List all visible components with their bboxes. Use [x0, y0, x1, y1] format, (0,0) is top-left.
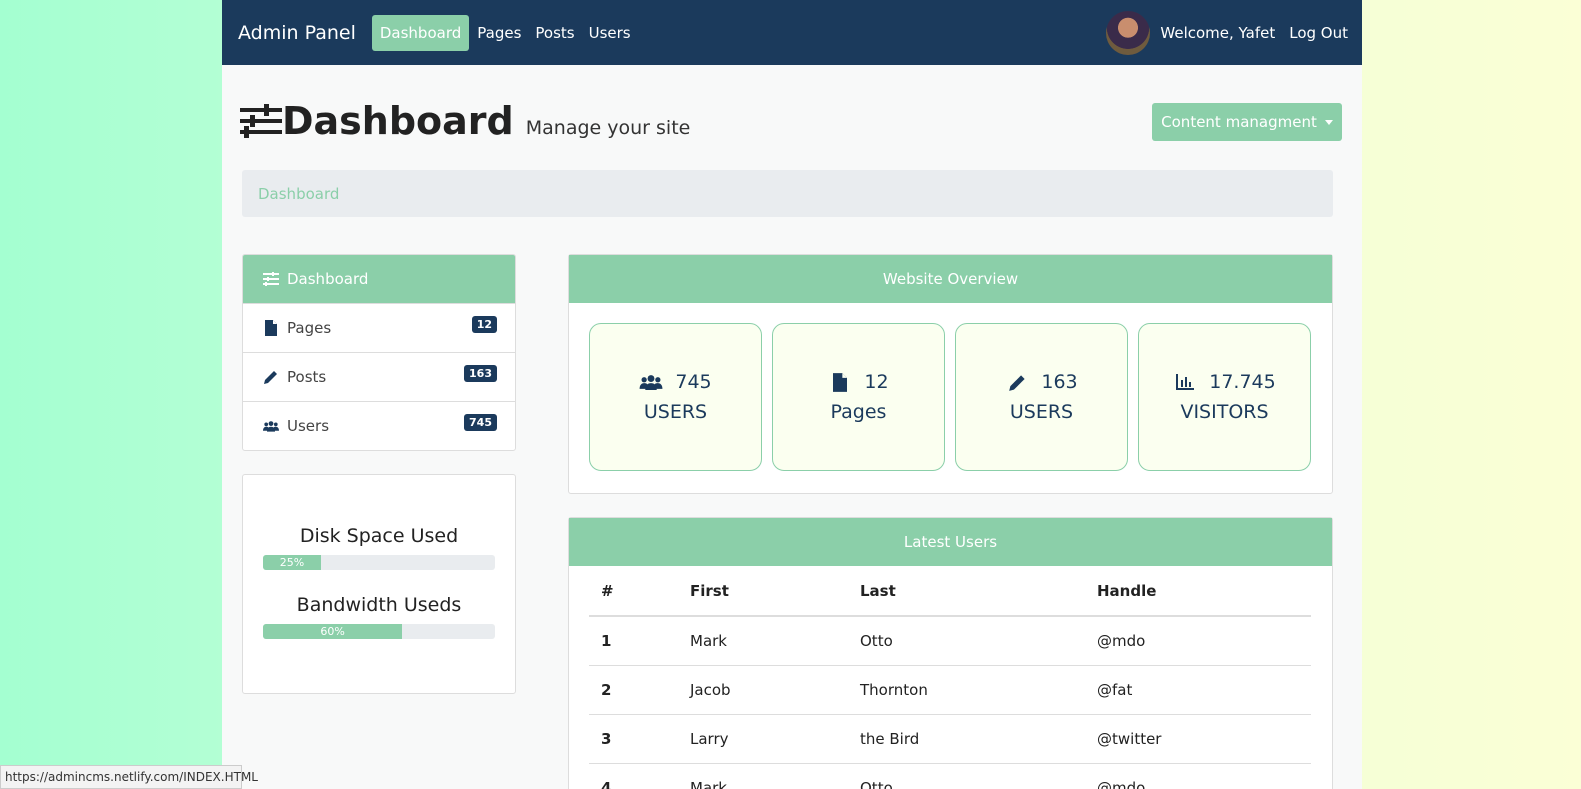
latest-users-title: Latest Users [569, 518, 1332, 566]
website-overview-panel: Website Overview 745 USERS 12 Pages 163 … [568, 254, 1333, 494]
cell-id: 4 [589, 763, 678, 789]
avatar [1106, 10, 1151, 55]
count-badge: 12 [471, 316, 497, 333]
overview-box-users: 745 USERS [589, 323, 762, 471]
nav-right: Welcome, Yafet Log Out [1106, 0, 1348, 65]
cell-handle: @mdo [1085, 763, 1311, 789]
sidebar-item-label: Dashboard [287, 270, 369, 288]
disk-space-progress: 25% [263, 555, 495, 570]
overview-label: VISITORS [1180, 401, 1269, 423]
cell-handle: @mdo [1085, 615, 1311, 666]
latest-users-table: # First Last Handle 1 Mark Otto @mdo 2 J… [589, 566, 1311, 789]
sidebar-item-pages[interactable]: Pages 12 [243, 303, 515, 352]
overview-value: 17.745 [1209, 371, 1276, 393]
page-title: Dashboard [282, 99, 514, 143]
overview-value: 12 [864, 371, 889, 393]
bandwidth-title: Bandwidth Useds [296, 594, 462, 616]
welcome-text[interactable]: Welcome, Yafet [1160, 24, 1275, 42]
latest-users-panel: Latest Users # First Last Handle 1 Mark … [568, 517, 1333, 789]
breadcrumb: Dashboard [242, 170, 1333, 217]
count-badge: 745 [464, 414, 497, 431]
table-row: 1 Mark Otto @mdo [589, 615, 1311, 666]
status-url: https://admincms.netlify.com/INDEX.HTML [0, 765, 258, 789]
cell-id: 2 [589, 665, 678, 715]
column-header: First [678, 566, 848, 617]
cell-last: Otto [848, 763, 1085, 789]
nav-links: Dashboard Pages Posts Users [371, 14, 639, 51]
website-overview-title: Website Overview [569, 255, 1332, 303]
file-icon [828, 372, 852, 392]
cell-id: 1 [589, 615, 678, 666]
nav-link-dashboard[interactable]: Dashboard [371, 14, 470, 51]
column-header: # [589, 566, 678, 617]
logout-link[interactable]: Log Out [1289, 24, 1348, 42]
users-icon [263, 418, 279, 434]
breadcrumb-item[interactable]: Dashboard [258, 185, 339, 203]
overview-box-visitors: 17.745 VISITORS [1138, 323, 1311, 471]
sliders-icon [240, 104, 282, 138]
overview-label: USERS [643, 401, 708, 423]
table-header-row: # First Last Handle [589, 566, 1311, 617]
column-header: Handle [1085, 566, 1311, 617]
bandwidth-progress-fill: 60% [263, 624, 403, 639]
cell-last: Thornton [848, 665, 1085, 715]
nav-link-posts[interactable]: Posts [529, 16, 580, 50]
header: Dashboard Manage your site Content manag… [222, 65, 1362, 170]
sidebar-item-dashboard[interactable]: Dashboard [243, 255, 515, 303]
content-management-dropdown[interactable]: Content managment [1152, 103, 1342, 141]
cell-first: Mark [678, 615, 848, 666]
sliders-icon [263, 271, 279, 287]
sidebar-list: Dashboard Pages 12 Posts 163 Users 745 [242, 254, 516, 451]
overview-box-pages: 12 Pages [772, 323, 945, 471]
sidebar-item-posts[interactable]: Posts 163 [243, 352, 515, 401]
overview-label: USERS [1009, 401, 1074, 423]
chart-icon [1173, 372, 1197, 392]
usage-card: Disk Space Used 25% Bandwidth Useds 60% [242, 474, 516, 694]
title-wrap: Dashboard Manage your site [240, 99, 690, 143]
table-row: 3 Larry the Bird @twitter [589, 714, 1311, 764]
overview-value: 745 [675, 371, 712, 393]
disk-space-title: Disk Space Used [299, 525, 459, 547]
table-row: 2 Jacob Thornton @fat [589, 665, 1311, 715]
pencil-icon [263, 369, 279, 385]
page: Admin Panel Dashboard Pages Posts Users … [222, 0, 1362, 789]
overview-boxes: 745 USERS 12 Pages 163 USERS 17.745 VISI… [569, 303, 1332, 471]
caret-down-icon [1324, 119, 1333, 125]
pencil-icon [1005, 372, 1029, 392]
bandwidth-progress: 60% [263, 624, 495, 639]
cell-first: Larry [678, 714, 848, 764]
cell-first: Mark [678, 763, 848, 789]
page-subtitle: Manage your site [525, 117, 691, 139]
users-icon [639, 372, 663, 392]
nav-link-pages[interactable]: Pages [471, 16, 527, 50]
cell-first: Jacob [678, 665, 848, 715]
cell-handle: @twitter [1085, 714, 1311, 764]
cell-id: 3 [589, 714, 678, 764]
nav-link-users[interactable]: Users [583, 16, 637, 50]
cell-handle: @fat [1085, 665, 1311, 715]
sidebar-item-label: Pages [287, 319, 332, 337]
brand[interactable]: Admin Panel [238, 22, 356, 44]
sidebar-item-label: Posts [287, 368, 327, 386]
column-header: Last [848, 566, 1085, 617]
overview-box-posts: 163 USERS [955, 323, 1128, 471]
overview-label: Pages [830, 401, 887, 423]
sidebar-item-users[interactable]: Users 745 [243, 401, 515, 450]
cell-last: the Bird [848, 714, 1085, 764]
sidebar-item-label: Users [287, 417, 330, 435]
file-icon [263, 320, 279, 336]
count-badge: 163 [464, 365, 497, 382]
overview-value: 163 [1041, 371, 1078, 393]
navbar: Admin Panel Dashboard Pages Posts Users … [222, 0, 1362, 65]
cell-last: Otto [848, 615, 1085, 666]
disk-space-progress-fill: 25% [263, 555, 321, 570]
table-row: 4 Mark Otto @mdo [589, 763, 1311, 789]
content-management-label: Content managment [1161, 113, 1317, 131]
